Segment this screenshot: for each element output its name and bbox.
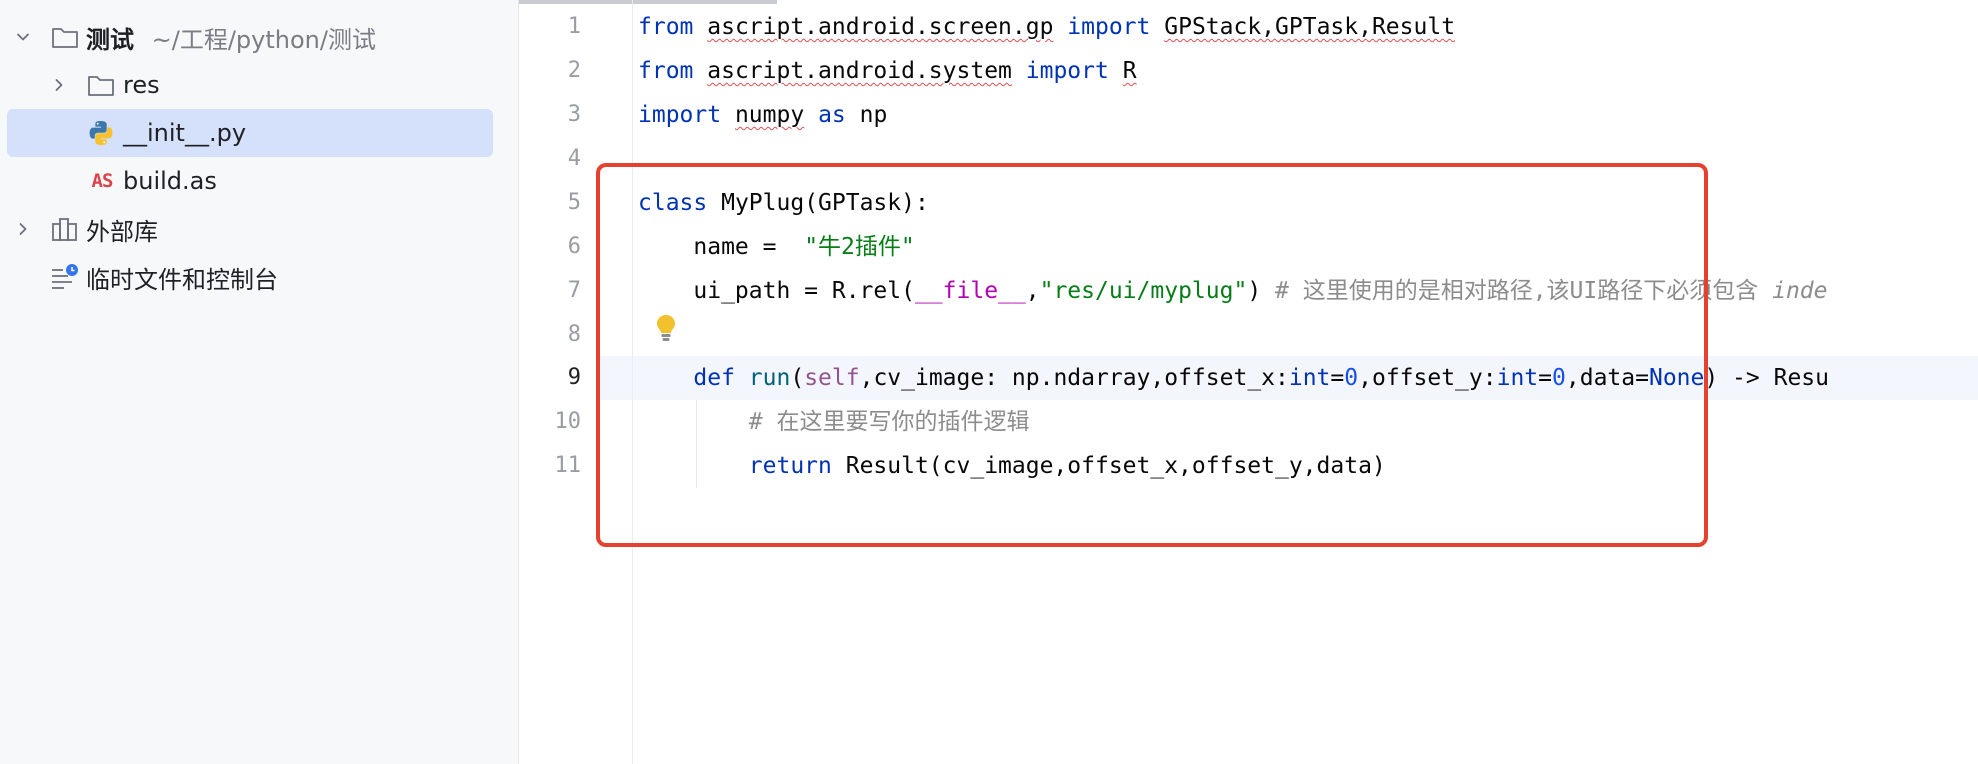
library-icon bbox=[50, 214, 80, 244]
line-number: 6 bbox=[567, 234, 581, 259]
tree-item-label: 外部库 bbox=[86, 217, 158, 246]
folder-icon bbox=[86, 70, 116, 100]
tree-item-label: 临时文件和控制台 bbox=[86, 265, 278, 294]
line-number-active: 9 bbox=[567, 365, 581, 390]
tree-row-init-py[interactable]: __init__.py bbox=[7, 109, 493, 157]
tree-item-label: __init__.py bbox=[123, 119, 247, 147]
tree-row-root[interactable]: 测试 ~/工程/python/测试 bbox=[0, 13, 518, 61]
project-path: ~/工程/python/测试 bbox=[151, 25, 376, 54]
line-number: 4 bbox=[567, 146, 581, 171]
line-number: 11 bbox=[554, 453, 582, 478]
line-number: 1 bbox=[567, 14, 581, 39]
project-tree-panel: 测试 ~/工程/python/测试 res __init__.py AS bui… bbox=[0, 0, 519, 764]
chevron-right-icon[interactable] bbox=[10, 216, 36, 242]
code-line-2[interactable]: from ascript.android.system import R bbox=[638, 49, 1137, 93]
project-name: 测试 bbox=[86, 25, 134, 54]
tree-row-res[interactable]: res bbox=[0, 61, 518, 109]
tree-item-label: res bbox=[123, 71, 160, 99]
line-number: 3 bbox=[567, 102, 581, 127]
code-line-3[interactable]: import numpy as np bbox=[638, 93, 887, 137]
line-number: 10 bbox=[554, 409, 582, 434]
line-number: 7 bbox=[567, 278, 581, 303]
tree-item-label: build.as bbox=[123, 167, 217, 195]
chevron-right-icon[interactable] bbox=[46, 72, 72, 98]
tree-row-scratches[interactable]: 临时文件和控制台 bbox=[0, 253, 518, 301]
line-number: 8 bbox=[567, 322, 581, 347]
code-line-1[interactable]: from ascript.android.screen.gp import GP… bbox=[638, 5, 1455, 49]
tree-row-external-libs[interactable]: 外部库 bbox=[0, 205, 518, 253]
folder-icon bbox=[50, 22, 80, 52]
scratches-console-icon bbox=[50, 262, 80, 292]
python-file-icon bbox=[86, 118, 116, 148]
tree-row-build-as[interactable]: AS build.as bbox=[0, 157, 518, 205]
chevron-down-icon[interactable] bbox=[10, 24, 36, 50]
as-file-icon: AS bbox=[91, 170, 114, 192]
line-number: 2 bbox=[567, 58, 581, 83]
line-number: 5 bbox=[567, 190, 581, 215]
annotation-highlight-box bbox=[596, 163, 1708, 547]
